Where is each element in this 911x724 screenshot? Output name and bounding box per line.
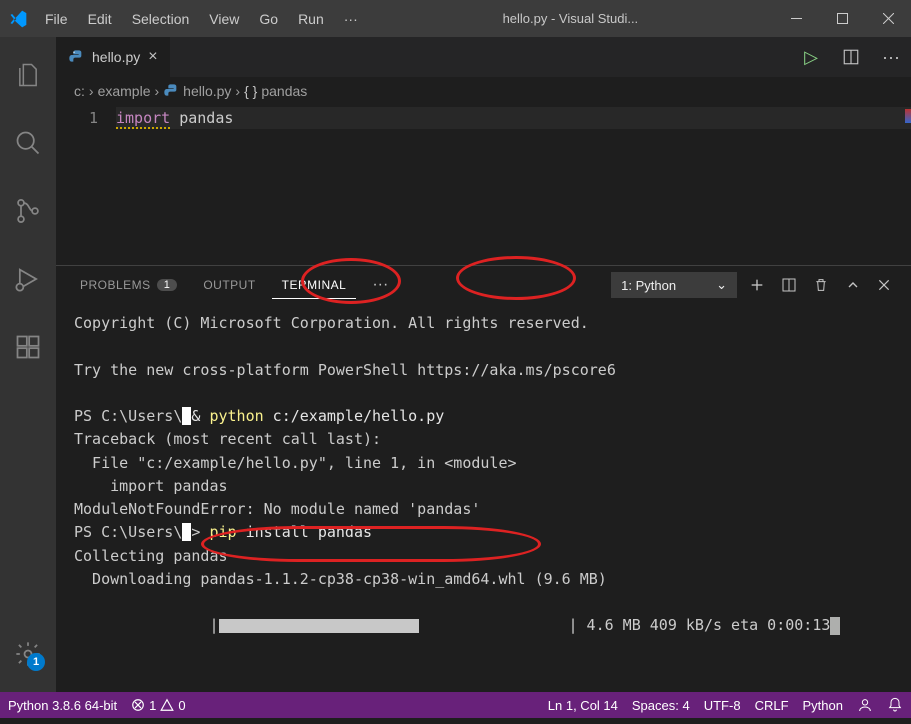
terminal-line: PS C:\Users\ > pip install pandas xyxy=(74,521,893,544)
terminal-line: Traceback (most recent call last): xyxy=(74,428,893,451)
editor-area[interactable]: 1 import pandas xyxy=(56,105,911,265)
editor-tabs: hello.py × ▷ ··· xyxy=(56,37,911,77)
menu-edit[interactable]: Edit xyxy=(78,3,122,35)
line-number: 1 xyxy=(56,105,98,127)
tab-output[interactable]: OUTPUT xyxy=(193,272,265,298)
crumb-file[interactable]: hello.py xyxy=(183,83,231,99)
new-terminal-icon[interactable] xyxy=(749,277,769,293)
titlebar: File Edit Selection View Go Run ··· hell… xyxy=(0,0,911,37)
terminal-line: Try the new cross-platform PowerShell ht… xyxy=(74,359,893,382)
window-controls xyxy=(773,0,911,37)
tab-hello-py[interactable]: hello.py × xyxy=(56,37,171,77)
window-title: hello.py - Visual Studi... xyxy=(368,11,773,26)
minimize-button[interactable] xyxy=(773,0,819,37)
chevron-down-icon: ⌄ xyxy=(716,277,727,293)
search-icon[interactable] xyxy=(0,115,56,171)
status-spaces[interactable]: Spaces: 4 xyxy=(632,698,690,713)
menu-run[interactable]: Run xyxy=(288,3,334,35)
split-editor-icon[interactable] xyxy=(831,37,871,77)
menu-view[interactable]: View xyxy=(199,3,249,35)
vscode-logo-icon xyxy=(0,9,35,29)
split-terminal-icon[interactable] xyxy=(781,277,801,293)
close-panel-icon[interactable] xyxy=(877,278,897,292)
problems-count-badge: 1 xyxy=(157,279,178,291)
terminal-line: Collecting pandas xyxy=(74,545,893,568)
close-tab-icon[interactable]: × xyxy=(148,48,157,66)
tab-problems[interactable]: PROBLEMS 1 xyxy=(70,272,187,298)
menu-bar: File Edit Selection View Go Run ··· xyxy=(35,3,368,35)
maximize-button[interactable] xyxy=(819,0,865,37)
kill-terminal-icon[interactable] xyxy=(813,277,833,293)
terminal-line: || 4.6 MB 409 kB/s eta 0:00:13 xyxy=(74,591,893,661)
close-button[interactable] xyxy=(865,0,911,37)
bottom-panel: PROBLEMS 1 OUTPUT TERMINAL ··· 1: Python… xyxy=(56,265,911,692)
menu-selection[interactable]: Selection xyxy=(122,3,200,35)
status-eol[interactable]: CRLF xyxy=(755,698,789,713)
minimap-indicator xyxy=(905,109,911,123)
crumb-folder[interactable]: example xyxy=(98,83,151,99)
python-file-icon xyxy=(68,49,84,65)
chevron-right-icon: › xyxy=(235,83,240,99)
status-encoding[interactable]: UTF-8 xyxy=(704,698,741,713)
source-control-icon[interactable] xyxy=(0,183,56,239)
terminal-line: Downloading pandas-1.1.2-cp38-cp38-win_a… xyxy=(74,568,893,591)
crumb-symbol[interactable]: pandas xyxy=(261,83,307,99)
explorer-icon[interactable] xyxy=(0,47,56,103)
workspace: hello.py × ▷ ··· c: › example › hello.py… xyxy=(56,37,911,692)
status-notifications-icon[interactable] xyxy=(887,697,903,713)
terminal-line: Copyright (C) Microsoft Corporation. All… xyxy=(74,312,893,335)
menu-file[interactable]: File xyxy=(35,3,78,35)
tab-label: hello.py xyxy=(92,49,140,65)
terminal-line: PS C:\Users\ & python c:/example/hello.p… xyxy=(74,405,893,428)
status-language[interactable]: Python xyxy=(803,698,843,713)
settings-badge: 1 xyxy=(27,653,45,671)
terminal-line: ModuleNotFoundError: No module named 'pa… xyxy=(74,498,893,521)
run-debug-icon[interactable] xyxy=(0,251,56,307)
status-problems[interactable]: 1 0 xyxy=(131,698,185,713)
progress-bar xyxy=(219,614,569,637)
breadcrumb[interactable]: c: › example › hello.py › { } pandas xyxy=(56,77,911,105)
python-file-icon xyxy=(163,83,179,99)
chevron-right-icon: › xyxy=(89,83,94,99)
terminal-line: import pandas xyxy=(74,475,893,498)
run-file-button[interactable]: ▷ xyxy=(791,37,831,77)
status-python-version[interactable]: Python 3.8.6 64-bit xyxy=(8,698,117,713)
status-ln-col[interactable]: Ln 1, Col 14 xyxy=(548,698,618,713)
tab-terminal[interactable]: TERMINAL xyxy=(272,272,357,299)
crumb-root[interactable]: c: xyxy=(74,83,85,99)
menu-more-icon[interactable]: ··· xyxy=(334,3,368,35)
status-bar: Python 3.8.6 64-bit 1 0 Ln 1, Col 14 Spa… xyxy=(0,692,911,718)
activity-bar: 1 xyxy=(0,37,56,692)
panel-more-icon[interactable]: ··· xyxy=(362,276,398,294)
terminal-cursor xyxy=(830,617,840,635)
terminal-line: File "c:/example/hello.py", line 1, in <… xyxy=(74,452,893,475)
more-actions-icon[interactable]: ··· xyxy=(871,37,911,77)
chevron-right-icon: › xyxy=(154,83,159,99)
code-keyword: import xyxy=(116,109,170,129)
extensions-icon[interactable] xyxy=(0,319,56,375)
terminal-selector[interactable]: 1: Python ⌄ xyxy=(611,272,737,298)
terminal-output[interactable]: Copyright (C) Microsoft Corporation. All… xyxy=(56,304,911,692)
status-feedback-icon[interactable] xyxy=(857,697,873,713)
code-text: pandas xyxy=(170,109,233,127)
braces-icon: { } xyxy=(244,83,257,99)
settings-gear-icon[interactable]: 1 xyxy=(0,626,56,682)
maximize-panel-icon[interactable] xyxy=(845,277,865,293)
panel-tabs: PROBLEMS 1 OUTPUT TERMINAL ··· 1: Python… xyxy=(56,266,911,304)
menu-go[interactable]: Go xyxy=(249,3,288,35)
